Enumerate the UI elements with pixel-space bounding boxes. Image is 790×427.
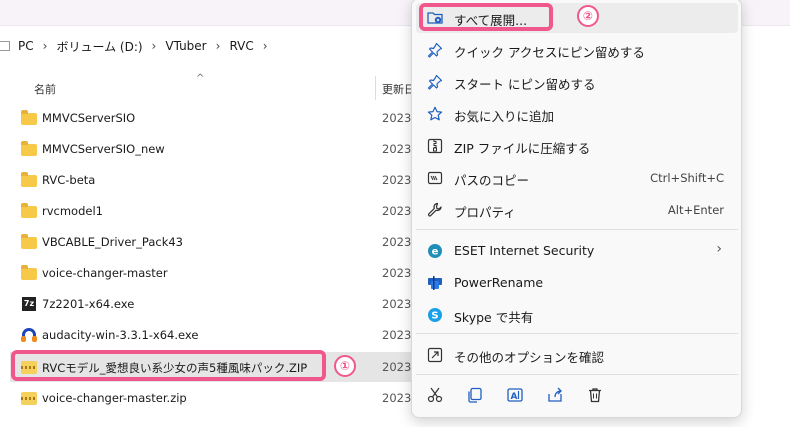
menu-item-compress-zip[interactable]: ZIP ファイルに圧縮する xyxy=(416,131,738,161)
sort-ascending-icon: ^ xyxy=(196,73,205,84)
copy-path-icon xyxy=(427,170,443,186)
menu-item-label: その他のオプションを確認 xyxy=(454,350,605,365)
menu-item-label: ESET Internet Security xyxy=(454,243,595,258)
zip-icon xyxy=(427,138,443,154)
folder-icon xyxy=(20,110,38,126)
menu-item-label: ZIP ファイルに圧縮する xyxy=(454,141,591,156)
shortcut-label: Alt+Enter xyxy=(667,203,724,217)
chevron-right-icon[interactable]: › xyxy=(216,39,221,53)
file-name: audacity-win-3.3.1-x64.exe xyxy=(42,328,199,342)
folder-icon xyxy=(20,203,38,219)
folder-icon xyxy=(20,234,38,250)
menu-action-bar: A xyxy=(412,381,743,409)
audacity-icon xyxy=(20,327,38,343)
menu-item-label: パスのコピー xyxy=(454,173,530,188)
menu-item-skype-share[interactable]: S Skype で共有 xyxy=(416,300,738,330)
menu-separator xyxy=(416,333,738,334)
menu-item-label: クイック アクセスにピン留めする xyxy=(454,45,645,60)
star-icon xyxy=(427,106,443,122)
rename-icon[interactable]: A xyxy=(506,386,524,404)
copy-icon[interactable] xyxy=(466,386,484,404)
skype-icon: S xyxy=(427,307,443,323)
annotation-highlight-menu xyxy=(419,3,553,31)
chevron-right-icon[interactable]: › xyxy=(263,39,268,53)
list-item[interactable]: MMVCServerSIO_new 2023/ xyxy=(10,134,430,164)
chevron-right-icon: › xyxy=(716,241,722,257)
breadcrumb[interactable]: PC › ボリューム (D:) › VTuber › RVC › xyxy=(0,31,430,61)
annotation-step-2: ② xyxy=(577,5,599,27)
context-menu: すべて展開... クイック アクセスにピン留めする スタート にピン留めする お… xyxy=(411,0,742,418)
cut-icon[interactable] xyxy=(426,386,444,404)
breadcrumb-item-vtuber[interactable]: VTuber xyxy=(165,39,206,53)
file-name: voice-changer-master xyxy=(42,266,168,280)
file-name: RVC-beta xyxy=(42,173,96,187)
list-item[interactable]: voice-changer-master.zip 2023/ xyxy=(10,383,430,413)
menu-item-copy-path[interactable]: パスのコピー Ctrl+Shift+C xyxy=(416,163,738,193)
menu-item-label: PowerRename xyxy=(454,275,544,290)
list-item[interactable]: RVC-beta 2023/ xyxy=(10,165,430,195)
list-item[interactable]: MMVCServerSIO 2023/ xyxy=(10,103,430,133)
breadcrumb-item-pc[interactable]: PC xyxy=(18,39,34,53)
menu-item-label: お気に入りに追加 xyxy=(454,109,555,124)
share-icon[interactable] xyxy=(546,386,564,404)
menu-item-pin-start[interactable]: スタート にピン留めする xyxy=(416,67,738,97)
breadcrumb-item-volume[interactable]: ボリューム (D:) xyxy=(56,38,142,55)
file-name: MMVCServerSIO xyxy=(42,111,136,125)
pin-icon xyxy=(427,74,443,90)
address-bar-icon xyxy=(0,41,10,51)
annotation-step-1: ① xyxy=(334,355,356,377)
chevron-right-icon[interactable]: › xyxy=(43,39,48,53)
shortcut-label: Ctrl+Shift+C xyxy=(650,171,724,185)
menu-item-more-options[interactable]: その他のオプションを確認 xyxy=(416,340,738,370)
pin-icon xyxy=(427,42,443,58)
powerrename-icon xyxy=(427,275,443,291)
list-item[interactable]: audacity-win-3.3.1-x64.exe 2023/ xyxy=(10,320,430,350)
folder-icon xyxy=(20,141,38,157)
menu-item-powerrename[interactable]: PowerRename xyxy=(416,268,738,298)
menu-item-label: スタート にピン留めする xyxy=(454,77,596,92)
menu-item-label: Skype で共有 xyxy=(454,310,534,325)
breadcrumb-item-rvc[interactable]: RVC xyxy=(229,39,253,53)
file-name: 7z2201-x64.exe xyxy=(42,297,135,311)
chevron-right-icon[interactable]: › xyxy=(152,39,157,53)
folder-icon xyxy=(20,172,38,188)
column-name-header[interactable]: 名前 xyxy=(34,81,56,97)
menu-separator xyxy=(416,229,738,230)
list-item[interactable]: voice-changer-master 2023/ xyxy=(10,258,430,288)
menu-item-label: プロパティ xyxy=(454,205,516,220)
sevenzip-icon: 7z xyxy=(20,296,38,312)
menu-item-add-favorites[interactable]: お気に入りに追加 xyxy=(416,99,738,129)
list-item[interactable]: VBCABLE_Driver_Pack43 2023/ xyxy=(10,227,430,257)
file-name: VBCABLE_Driver_Pack43 xyxy=(42,235,183,249)
file-name: MMVCServerSIO_new xyxy=(42,142,165,156)
annotation-highlight-file xyxy=(11,350,326,381)
zip-folder-icon xyxy=(20,390,38,406)
menu-item-eset[interactable]: e ESET Internet Security › xyxy=(416,236,738,266)
wrench-icon xyxy=(427,202,443,218)
menu-item-properties[interactable]: プロパティ Alt+Enter xyxy=(416,195,738,225)
menu-item-pin-quick-access[interactable]: クイック アクセスにピン留めする xyxy=(416,35,738,65)
list-item[interactable]: 7z 7z2201-x64.exe 2023/ xyxy=(10,289,430,319)
svg-text:e: e xyxy=(432,247,439,258)
svg-text:S: S xyxy=(431,311,438,322)
list-item[interactable]: rvcmodel1 2023/ xyxy=(10,196,430,226)
more-options-icon xyxy=(427,347,443,363)
menu-separator xyxy=(416,374,738,375)
column-date-header[interactable]: 更新日 xyxy=(382,81,412,97)
column-header: ^ 名前 更新日 xyxy=(0,72,430,102)
file-name: rvcmodel1 xyxy=(42,204,103,218)
column-divider[interactable] xyxy=(375,76,376,100)
file-name: voice-changer-master.zip xyxy=(42,391,187,405)
folder-icon xyxy=(20,265,38,281)
svg-text:A: A xyxy=(511,392,518,402)
eset-icon: e xyxy=(427,243,443,259)
delete-icon[interactable] xyxy=(586,386,604,404)
